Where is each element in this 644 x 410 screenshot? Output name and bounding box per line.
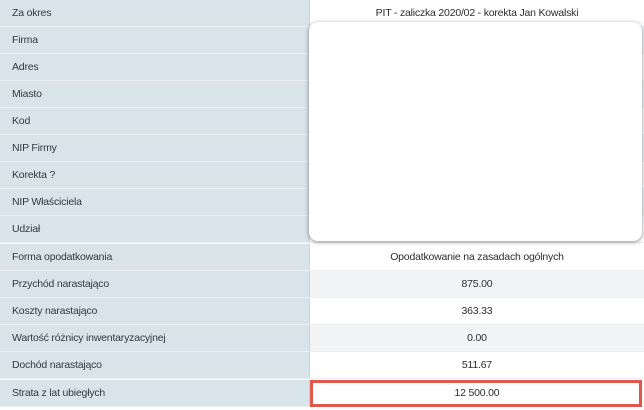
tax-form-table: Za okres PIT - zaliczka 2020/02 - korekt… xyxy=(0,0,644,410)
row-value: 363.33 xyxy=(310,298,644,324)
row-value: Opodatkowanie na zasadach ogólnych xyxy=(310,244,644,270)
row-label: Kod xyxy=(0,108,310,134)
row-koszty: Koszty narastająco 363.33 xyxy=(0,298,644,325)
row-label: Za okres xyxy=(0,0,310,26)
row-label: Adres xyxy=(0,54,310,80)
row-value: 12 500.00 xyxy=(310,380,644,406)
row-label: Dochód narastająco xyxy=(0,352,310,378)
row-label: Korekta ? xyxy=(0,162,310,188)
row-label: Przychód narastająco xyxy=(0,271,310,297)
row-label: Koszty narastająco xyxy=(0,298,310,324)
row-label: Strata z lat ubiegłych xyxy=(0,380,310,406)
row-label: Firma xyxy=(0,27,310,53)
row-przychod: Przychód narastająco 875.00 xyxy=(0,271,644,298)
row-value: 0.00 xyxy=(310,325,644,351)
row-strata: Strata z lat ubiegłych 12 500.00 xyxy=(0,380,644,407)
row-roznica-inwentaryzacyjna: Wartość różnicy inwentaryzacyjnej 0.00 xyxy=(0,325,644,352)
row-forma-opodatkowania: Forma opodatkowania Opodatkowanie na zas… xyxy=(0,244,644,271)
row-label: Forma opodatkowania xyxy=(0,244,310,270)
redacted-panel xyxy=(309,22,642,241)
row-label: NIP Właściciela xyxy=(0,189,310,215)
row-label: Wartość różnicy inwentaryzacyjnej xyxy=(0,325,310,351)
row-value: 511.67 xyxy=(310,352,644,378)
row-value: 875.00 xyxy=(310,271,644,297)
row-label: Udział xyxy=(0,216,310,242)
row-dochod: Dochód narastająco 511.67 xyxy=(0,352,644,379)
row-label: Miasto xyxy=(0,81,310,107)
row-label: NIP Firmy xyxy=(0,135,310,161)
